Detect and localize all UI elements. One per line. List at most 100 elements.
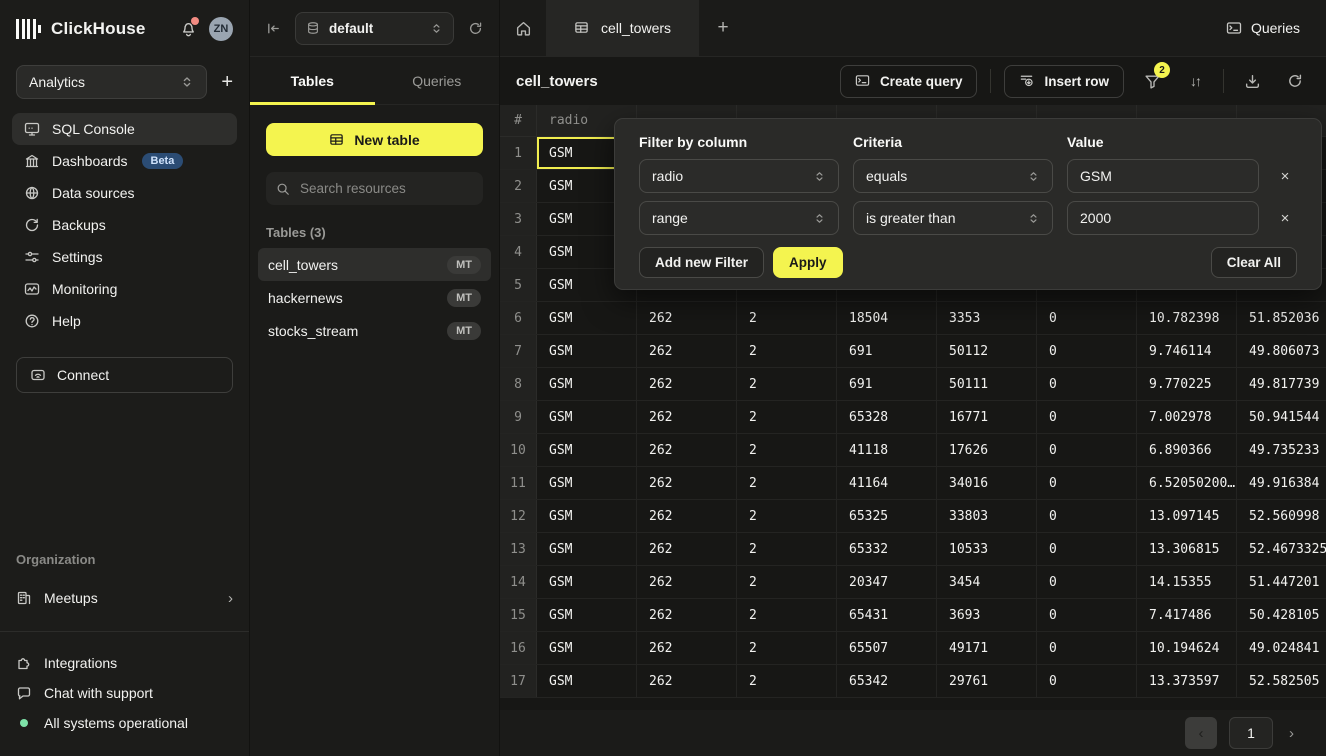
add-new-filter-button[interactable]: Add new Filter	[639, 247, 764, 278]
grid-cell-unit[interactable]: 0	[1037, 335, 1137, 367]
search-resources-input[interactable]	[298, 180, 479, 197]
grid-cell-unit[interactable]: 0	[1037, 302, 1137, 334]
grid-cell-unit[interactable]: 0	[1037, 533, 1137, 565]
grid-cell-unit[interactable]: 0	[1037, 566, 1137, 598]
grid-cell-cell[interactable]: 50111	[937, 368, 1037, 400]
grid-cell-lat[interactable]: 50.941544	[1237, 401, 1326, 433]
avatar[interactable]: ZN	[209, 17, 233, 41]
grid-cell-lat[interactable]: 52.560998	[1237, 500, 1326, 532]
grid-cell-cell[interactable]: 3454	[937, 566, 1037, 598]
grid-cell-mcc[interactable]: 262	[637, 401, 737, 433]
grid-cell-area[interactable]: 65325	[837, 500, 937, 532]
grid-cell-cell[interactable]: 17626	[937, 434, 1037, 466]
grid-cell-lat[interactable]: 49.817739	[1237, 368, 1326, 400]
sidebar-item-sql-console[interactable]: SQL Console	[12, 113, 237, 145]
filter-value-input[interactable]	[1067, 201, 1259, 235]
grid-cell-area[interactable]: 18504	[837, 302, 937, 334]
grid-cell-cell[interactable]: 50112	[937, 335, 1037, 367]
grid-cell-area[interactable]: 20347	[837, 566, 937, 598]
home-button[interactable]	[500, 0, 546, 56]
row-number[interactable]: 6	[500, 302, 537, 334]
grid-cell-radio[interactable]: GSM	[537, 401, 637, 433]
table-item-stocks-stream[interactable]: stocks_stream MT	[258, 314, 491, 347]
apply-filter-button[interactable]: Apply	[773, 247, 843, 278]
filter-value-input[interactable]	[1067, 159, 1259, 193]
grid-cell-cell[interactable]: 33803	[937, 500, 1037, 532]
grid-cell-radio[interactable]: GSM	[537, 434, 637, 466]
grid-cell-cell[interactable]: 34016	[937, 467, 1037, 499]
grid-cell-lon[interactable]: 14.15355	[1137, 566, 1237, 598]
grid-cell-lat[interactable]: 49.735233	[1237, 434, 1326, 466]
grid-cell-net[interactable]: 2	[737, 368, 837, 400]
grid-cell-net[interactable]: 2	[737, 533, 837, 565]
sidebar-item-data-sources[interactable]: Data sources	[12, 177, 237, 209]
row-number[interactable]: 11	[500, 467, 537, 499]
next-page-button[interactable]: ›	[1285, 725, 1298, 742]
sidebar-item-chat-support[interactable]: Chat with support	[16, 678, 233, 708]
grid-cell-lat[interactable]: 49.024841	[1237, 632, 1326, 664]
notifications-bell-icon[interactable]	[180, 20, 197, 37]
grid-cell-cell[interactable]: 3693	[937, 599, 1037, 631]
grid-cell-lon[interactable]: 7.002978	[1137, 401, 1237, 433]
grid-cell-radio[interactable]: GSM	[537, 599, 637, 631]
grid-cell-mcc[interactable]: 262	[637, 632, 737, 664]
tab-queries[interactable]: Queries	[375, 57, 500, 104]
filter-column-select[interactable]: range	[639, 201, 839, 235]
current-page-indicator[interactable]: 1	[1229, 717, 1273, 749]
grid-cell-net[interactable]: 2	[737, 401, 837, 433]
grid-cell-area[interactable]: 65332	[837, 533, 937, 565]
row-number[interactable]: 17	[500, 665, 537, 697]
sidebar-item-meetups[interactable]: Meetups ›	[16, 581, 233, 615]
tab-tables[interactable]: Tables	[250, 57, 375, 104]
sidebar-item-integrations[interactable]: Integrations	[16, 648, 233, 678]
sort-button[interactable]: ↓↑	[1180, 66, 1210, 96]
grid-cell-lon[interactable]: 9.746114	[1137, 335, 1237, 367]
grid-cell-area[interactable]: 691	[837, 335, 937, 367]
collapse-panel-icon[interactable]	[266, 21, 281, 36]
row-number[interactable]: 8	[500, 368, 537, 400]
grid-cell-lat[interactable]: 49.806073	[1237, 335, 1326, 367]
sidebar-item-settings[interactable]: Settings	[12, 241, 237, 273]
row-number[interactable]: 12	[500, 500, 537, 532]
grid-cell-radio[interactable]: GSM	[537, 665, 637, 697]
grid-cell-net[interactable]: 2	[737, 434, 837, 466]
grid-cell-mcc[interactable]: 262	[637, 368, 737, 400]
sidebar-item-dashboards[interactable]: Dashboards Beta	[12, 145, 237, 177]
row-number[interactable]: 10	[500, 434, 537, 466]
grid-cell-lon[interactable]: 10.194624	[1137, 632, 1237, 664]
row-number[interactable]: 16	[500, 632, 537, 664]
workspace-select[interactable]: Analytics	[16, 65, 207, 99]
grid-cell-area[interactable]: 65342	[837, 665, 937, 697]
new-tab-button[interactable]: +	[699, 0, 747, 56]
grid-cell-net[interactable]: 2	[737, 335, 837, 367]
grid-cell-lon[interactable]: 10.782398	[1137, 302, 1237, 334]
grid-cell-mcc[interactable]: 262	[637, 500, 737, 532]
grid-cell-unit[interactable]: 0	[1037, 368, 1137, 400]
row-number[interactable]: 4	[500, 236, 537, 268]
grid-cell-area[interactable]: 41118	[837, 434, 937, 466]
grid-cell-mcc[interactable]: 262	[637, 302, 737, 334]
grid-cell-radio[interactable]: GSM	[537, 500, 637, 532]
grid-cell-lon[interactable]: 9.770225	[1137, 368, 1237, 400]
previous-page-button[interactable]: ‹	[1185, 717, 1217, 749]
grid-cell-area[interactable]: 691	[837, 368, 937, 400]
grid-cell-lat[interactable]: 52.582505	[1237, 665, 1326, 697]
grid-cell-unit[interactable]: 0	[1037, 467, 1137, 499]
grid-cell-net[interactable]: 2	[737, 467, 837, 499]
grid-cell-unit[interactable]: 0	[1037, 401, 1137, 433]
row-number[interactable]: 3	[500, 203, 537, 235]
table-item-hackernews[interactable]: hackernews MT	[258, 281, 491, 314]
grid-cell-lat[interactable]: 51.852036	[1237, 302, 1326, 334]
filter-column-select[interactable]: radio	[639, 159, 839, 193]
row-number[interactable]: 14	[500, 566, 537, 598]
create-query-button[interactable]: Create query	[840, 65, 978, 98]
grid-cell-net[interactable]: 2	[737, 599, 837, 631]
grid-cell-radio[interactable]: GSM	[537, 632, 637, 664]
open-tab-cell-towers[interactable]: cell_towers	[546, 0, 699, 56]
column-header-num[interactable]: #	[500, 105, 537, 136]
grid-cell-net[interactable]: 2	[737, 632, 837, 664]
download-button[interactable]	[1237, 66, 1267, 96]
filter-button[interactable]: 2	[1137, 66, 1167, 96]
grid-cell-lon[interactable]: 7.417486	[1137, 599, 1237, 631]
row-number[interactable]: 15	[500, 599, 537, 631]
